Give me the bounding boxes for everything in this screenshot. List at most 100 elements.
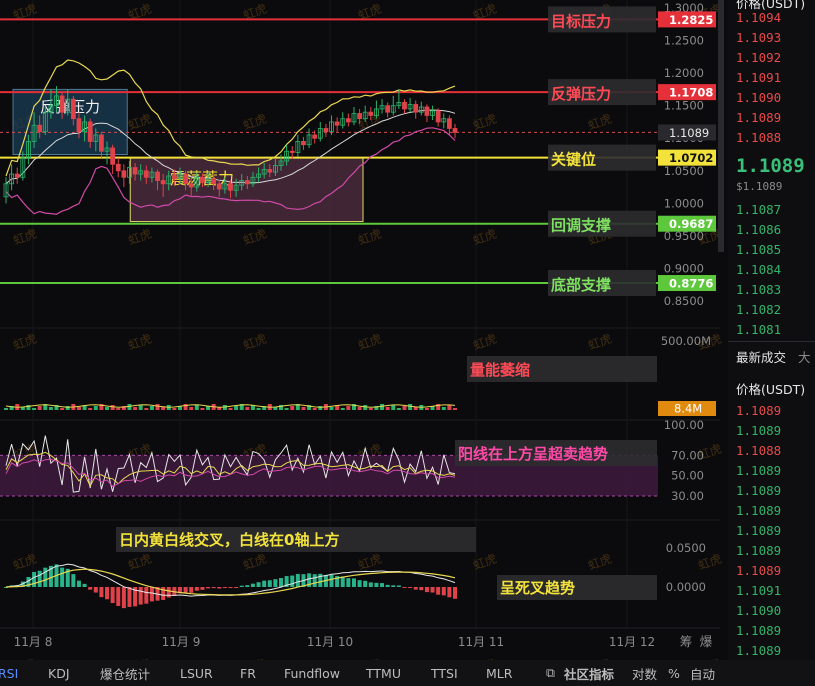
level-price-text: 1.1708 xyxy=(669,86,713,100)
volume-bar xyxy=(189,407,194,410)
candle-body xyxy=(87,121,93,142)
macd-histogram-bar xyxy=(267,580,272,587)
macd-histogram-bar xyxy=(206,587,211,589)
indicator-tab-kdj[interactable]: KDJ xyxy=(48,666,70,681)
indicator-tab-rsi[interactable]: RSI xyxy=(0,666,18,681)
macd-histogram-bar xyxy=(380,583,385,587)
trade-price-row: 1.1089 xyxy=(736,563,782,578)
ask-price-row: 1.1091 xyxy=(736,70,782,85)
axis-corner-label-1[interactable]: 爆 xyxy=(700,634,713,649)
volume-annotation: 量能萎缩 xyxy=(470,361,530,379)
indicator-tab-fr[interactable]: FR xyxy=(240,666,256,681)
trade-price-row: 1.1089 xyxy=(736,643,782,658)
price-tick-label: 1.0500 xyxy=(664,164,704,178)
macd-histogram-bar xyxy=(419,587,424,591)
indicator-tab-ttmu[interactable]: TTMU xyxy=(366,666,401,681)
volume-axis-label: 500.00M xyxy=(661,334,711,348)
candle-body xyxy=(171,175,177,179)
time-tick-label: 11月 8 xyxy=(14,635,53,649)
volume-bar xyxy=(133,407,138,410)
option-3[interactable]: 自动 xyxy=(690,664,715,683)
macd-histogram-bar xyxy=(200,587,205,590)
option-2[interactable]: % xyxy=(668,666,680,681)
volume-bar xyxy=(138,405,143,410)
macd-histogram-bar xyxy=(413,587,418,590)
time-tick-label: 11月 9 xyxy=(162,635,201,649)
trade-price-row: 1.1089 xyxy=(736,523,782,538)
price-tick-label: 0.9000 xyxy=(664,261,704,275)
macd-histogram-bar xyxy=(71,574,76,587)
bid-price-row: 1.1082 xyxy=(736,302,782,317)
indicator-tab-mlr[interactable]: MLR xyxy=(486,666,512,681)
macd-histogram-bar xyxy=(121,587,126,609)
macd-histogram-bar xyxy=(32,571,37,587)
trade-price-row: 1.1089 xyxy=(736,623,782,638)
consolidation-box xyxy=(129,157,364,223)
macd-histogram-bar xyxy=(391,585,396,587)
candle-body xyxy=(37,124,43,133)
indicator-tab-ttsi[interactable]: TTSI xyxy=(431,666,458,681)
volume-bar xyxy=(149,406,154,410)
macd-tick-label: 0.0500 xyxy=(666,541,706,555)
price-axis-scrollbar[interactable] xyxy=(718,0,724,252)
macd-histogram-bar xyxy=(385,584,390,587)
option-0[interactable]: 社区指标 xyxy=(564,664,614,683)
candle-body xyxy=(155,171,160,181)
macd-histogram-bar xyxy=(127,587,132,607)
volume-bar xyxy=(402,406,407,410)
volume-bar xyxy=(144,408,149,410)
ask-price-row: 1.1089 xyxy=(736,110,782,125)
price-chart[interactable]: 虹虎 虹虎 虹虎 虹虎 虹虎虹虎 虹虎 虹虎 虹虎 虹虎虹虎 虹虎 虹虎 虹虎 虹虎 虹虎 虹虎虹虎 虹虎 虹虎… xyxy=(0,0,728,660)
bid-price-row: 1.1083 xyxy=(736,282,782,297)
level-price-text: 0.9687 xyxy=(669,217,713,231)
macd-histogram-bar xyxy=(447,587,452,598)
rsi-tick-label: 50.00 xyxy=(671,469,704,483)
rsi-annotation: 阳线在上方呈超卖趋势 xyxy=(458,445,608,463)
level-price-text: 1.0702 xyxy=(669,151,713,165)
volume-bar xyxy=(88,408,93,410)
volume-bar xyxy=(346,406,351,410)
candle-body xyxy=(115,163,121,172)
macd-histogram-bar xyxy=(357,580,362,587)
candle-body xyxy=(267,169,273,173)
macd-histogram-bar xyxy=(183,587,188,593)
indicator-tab-fundflow[interactable]: Fundflow xyxy=(284,666,340,681)
community-indicator-icon[interactable]: ⧉ xyxy=(546,665,555,681)
volume-bar xyxy=(245,407,250,410)
macd-histogram-bar xyxy=(290,575,295,587)
macd-histogram-bar xyxy=(346,578,351,587)
time-tick-label: 11月 10 xyxy=(307,635,353,649)
volume-bar xyxy=(161,407,166,410)
recent-trades-title[interactable]: 最新成交 大 xyxy=(736,347,811,366)
volume-bar xyxy=(290,406,295,410)
indicator-tab-lsur[interactable]: LSUR xyxy=(180,666,213,681)
candle-body xyxy=(289,150,295,153)
volume-bar xyxy=(194,405,199,410)
ask-price-row: 1.1093 xyxy=(736,30,782,45)
trade-price-row: 1.1090 xyxy=(736,603,782,618)
candle-body xyxy=(14,173,20,178)
axis-corner-label-0[interactable]: 筹 xyxy=(680,634,693,649)
volume-bar xyxy=(357,407,362,410)
volume-bar xyxy=(48,407,53,410)
option-1[interactable]: 对数 xyxy=(632,664,657,683)
macd-histogram-bar xyxy=(211,587,216,589)
volume-bar xyxy=(172,408,177,410)
level-label: 回调支撑 xyxy=(551,217,611,235)
bid-price-row: 1.1087 xyxy=(736,202,782,217)
candle-body xyxy=(183,173,189,185)
last-price: 1.1089 xyxy=(736,155,805,177)
macd-histogram-bar xyxy=(82,583,87,587)
candle-body xyxy=(59,95,65,113)
tab-large-trades[interactable]: 大 xyxy=(798,350,811,365)
indicator-tab-爆仓统计[interactable]: 爆仓统计 xyxy=(100,664,150,683)
candle-body xyxy=(385,105,391,113)
volume-bar xyxy=(453,408,457,410)
macd-histogram-bar xyxy=(76,580,81,587)
rsi-tick-label: 70.00 xyxy=(671,448,704,462)
macd-annotation-top: 日内黄白线交叉，白线在0轴上方 xyxy=(119,531,339,549)
macd-histogram-bar xyxy=(441,587,446,596)
volume-bar xyxy=(200,408,205,410)
macd-histogram-bar xyxy=(279,578,284,587)
candle-body xyxy=(413,103,419,113)
